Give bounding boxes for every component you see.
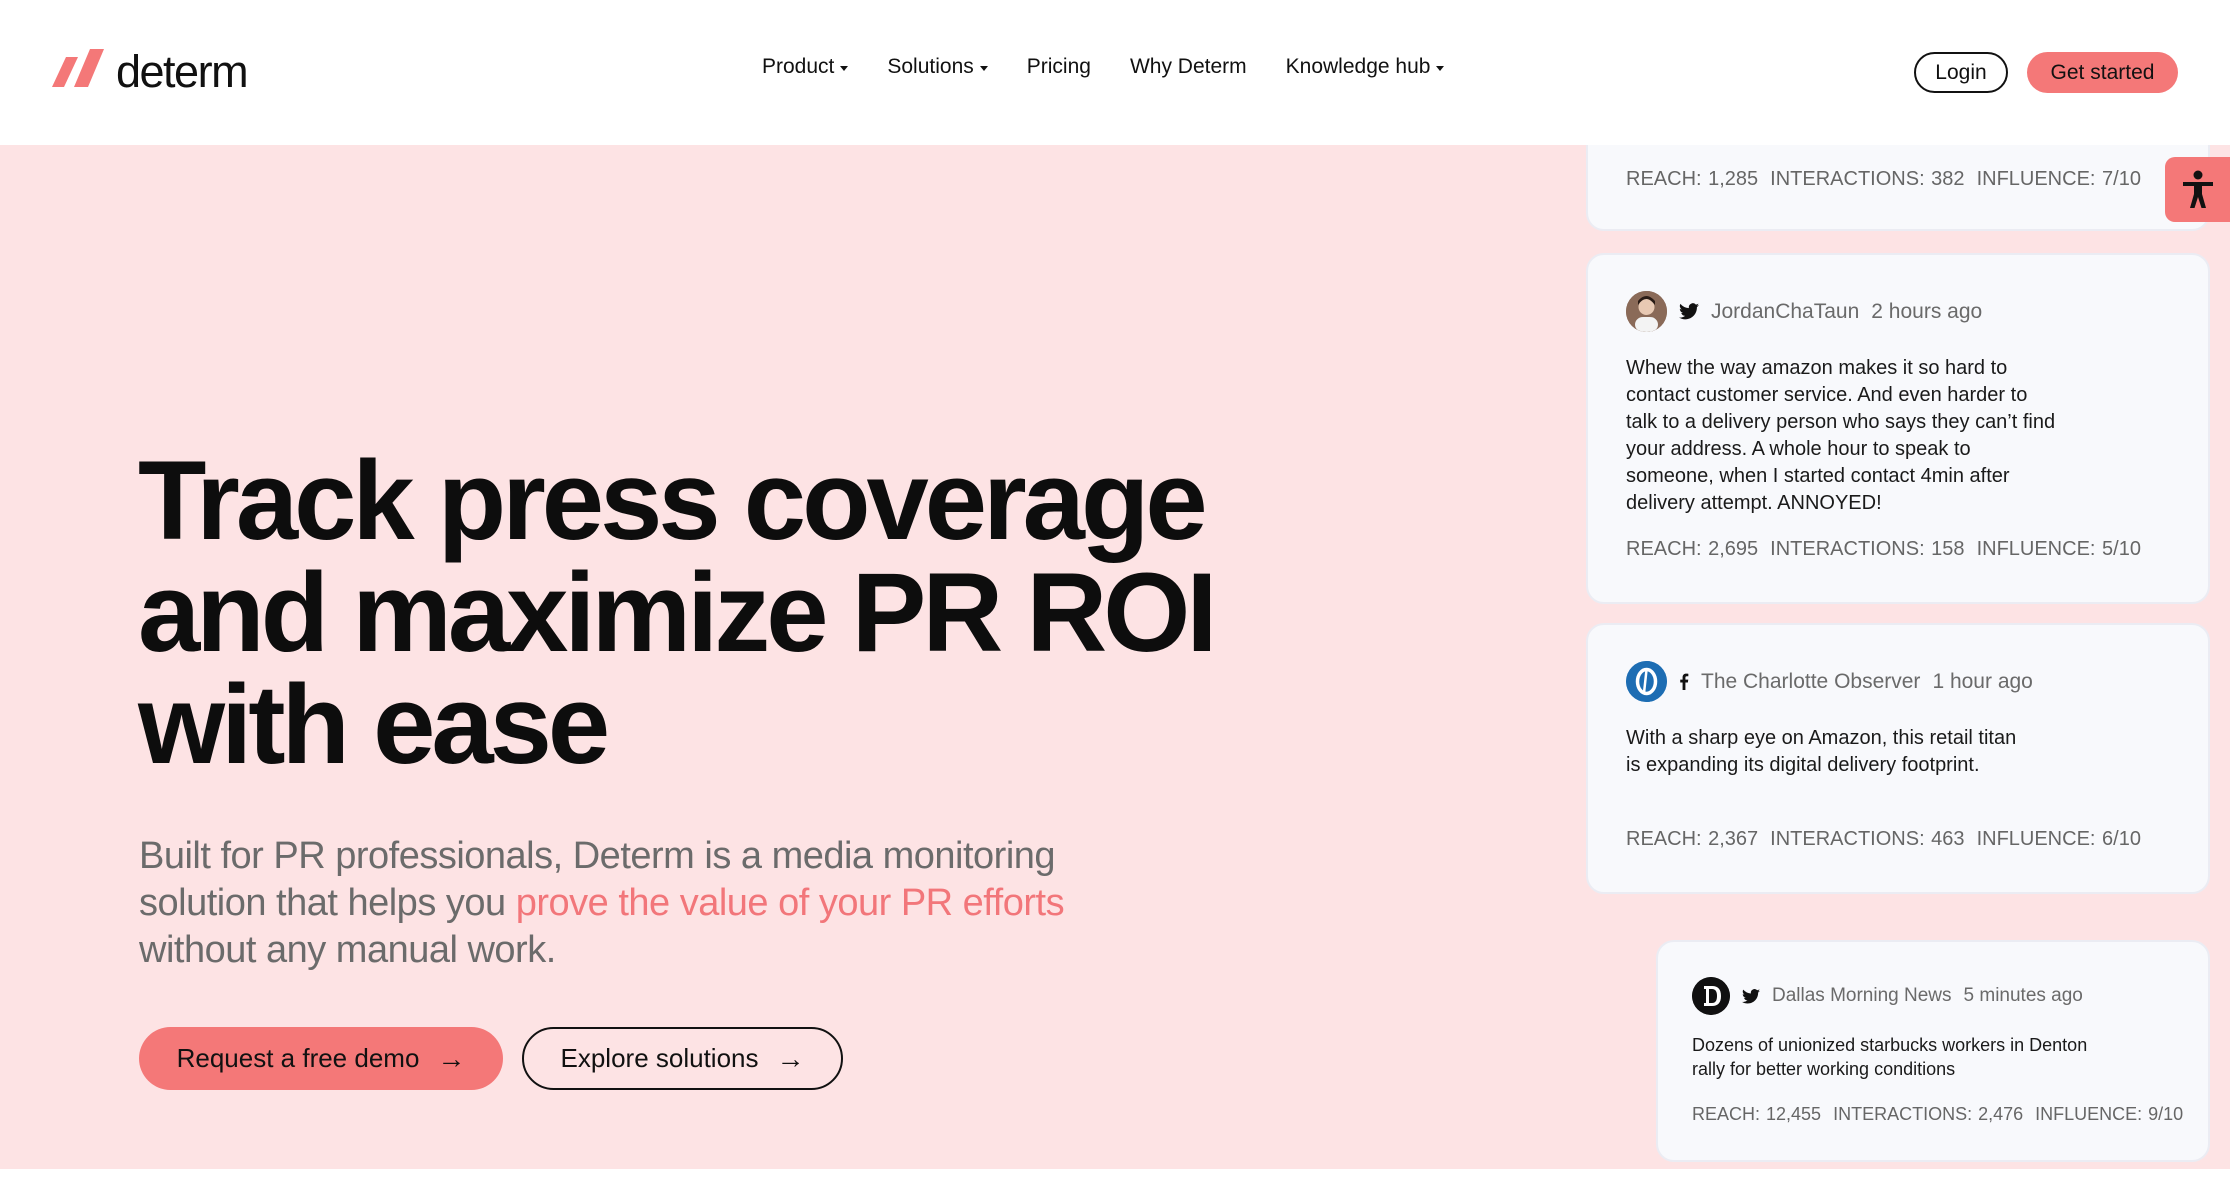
- explore-solutions-label: Explore solutions: [560, 1043, 759, 1073]
- mention-stats: REACH: 2,367 INTERACTIONS: 463 INFLUENCE: …: [1626, 828, 2153, 851]
- sub-text-accent: prove the value of your PR efforts: [515, 882, 1065, 924]
- mention-card: Dallas Morning News 5 minutes ago Dozens…: [1656, 940, 2210, 1162]
- interactions-stat: INTERACTIONS: 382: [1770, 168, 1965, 190]
- mention-stats: REACH: 1,285 INTERACTIONS: 382 INFLUENCE: …: [1626, 168, 2153, 191]
- nav-product[interactable]: Product: [762, 55, 849, 79]
- accessibility-icon: [2182, 170, 2213, 208]
- influence-stat: INFLUENCE: 7/10: [1976, 168, 2141, 190]
- mention-author: JordanChaTaun: [1711, 299, 1860, 323]
- nav-solutions[interactable]: Solutions: [887, 55, 988, 79]
- dallas-morning-news-logo-icon: [1692, 977, 1730, 1015]
- chevron-down-icon: [1436, 65, 1445, 71]
- reach-stat: REACH: 2,367: [1626, 828, 1759, 850]
- main-nav: Product Solutions Pricing Why Determ Kno…: [762, 55, 1445, 79]
- nav-knowledge-hub[interactable]: Knowledge hub: [1286, 55, 1445, 79]
- twitter-icon: [1742, 988, 1760, 1004]
- determ-logo-icon: [52, 49, 104, 87]
- mention-header: JordanChaTaun 2 hours ago: [1626, 291, 1982, 332]
- chevron-down-icon: [979, 65, 988, 71]
- mention-time: 1 hour ago: [1932, 669, 2033, 693]
- reach-stat: REACH: 1,285: [1626, 168, 1759, 190]
- mention-card: JordanChaTaun 2 hours ago Whew the way a…: [1586, 253, 2210, 604]
- nav-product-label: Product: [762, 55, 835, 78]
- mention-stats: REACH: 12,455 INTERACTIONS: 2,476 INFLUENC…: [1692, 1104, 2195, 1125]
- user-avatar-icon: [1626, 291, 1667, 332]
- hero-section: Track press coverage and maximize PR ROI…: [0, 145, 2230, 1169]
- page-bottom: [0, 1169, 2230, 1200]
- avatar: [1626, 661, 1667, 702]
- headline-line-1: Track press coverage: [138, 438, 1208, 563]
- interactions-stat: INTERACTIONS: 463: [1770, 828, 1965, 850]
- avatar: [1626, 291, 1667, 332]
- request-demo-label: Request a free demo: [176, 1043, 420, 1073]
- influence-stat: INFLUENCE: 9/10: [2035, 1104, 2184, 1124]
- hero-headline: Track press coverage and maximize PR ROI…: [138, 445, 1318, 781]
- mention-stats: REACH: 2,695 INTERACTIONS: 158 INFLUENCE: …: [1626, 538, 2153, 561]
- interactions-stat: INTERACTIONS: 158: [1770, 538, 1965, 560]
- influence-stat: INFLUENCE: 6/10: [1976, 828, 2141, 850]
- nav-pricing[interactable]: Pricing: [1027, 55, 1091, 79]
- login-button[interactable]: Login: [1914, 52, 2008, 93]
- twitter-icon: [1679, 303, 1699, 320]
- mention-author: Dallas Morning News: [1772, 985, 1952, 1006]
- mention-text: With a sharp eye on Amazon, this retail …: [1626, 727, 2017, 776]
- mention-time: 2 hours ago: [1871, 299, 1983, 323]
- get-started-button[interactable]: Get started: [2027, 52, 2178, 93]
- mention-card: The Charlotte Observer 1 hour ago With a…: [1586, 623, 2210, 894]
- sub-text-2: without any manual work.: [139, 929, 556, 971]
- nav-why-determ-label: Why Determ: [1129, 55, 1247, 78]
- nav-knowledge-hub-label: Knowledge hub: [1285, 55, 1431, 78]
- hero-subheading: Built for PR professionals, Determ is a …: [139, 833, 1139, 974]
- influence-stat: INFLUENCE: 5/10: [1976, 538, 2141, 560]
- nav-solutions-label: Solutions: [887, 55, 974, 78]
- site-header: determ Product Solutions Pricing Why Det…: [0, 0, 2230, 145]
- headline-line-2: and maximize PR ROI: [138, 550, 1217, 675]
- reach-stat: REACH: 12,455: [1692, 1104, 1822, 1124]
- headline-line-3: with ease: [138, 662, 610, 787]
- determ-logo[interactable]: determ: [52, 46, 249, 98]
- nav-pricing-label: Pricing: [1026, 55, 1091, 78]
- mention-time: 5 minutes ago: [1963, 985, 2083, 1006]
- arrow-right-icon: →: [776, 1042, 805, 1074]
- brand-name: determ: [116, 46, 249, 97]
- reach-stat: REACH: 2,695: [1626, 538, 1759, 560]
- avatar: [1692, 977, 1730, 1015]
- nav-why-determ[interactable]: Why Determ: [1130, 55, 1247, 79]
- explore-solutions-button[interactable]: Explore solutions →: [522, 1027, 843, 1090]
- mention-text: Dozens of unionized starbucks workers in…: [1692, 1035, 2088, 1079]
- chevron-down-icon: [840, 65, 849, 71]
- accessibility-button[interactable]: [2165, 157, 2230, 222]
- arrow-right-icon: →: [437, 1042, 466, 1074]
- mention-author: The Charlotte Observer: [1701, 669, 1921, 693]
- mention-card: REACH: 1,285 INTERACTIONS: 382 INFLUENCE: …: [1586, 145, 2210, 231]
- charlotte-observer-logo-icon: [1626, 661, 1667, 702]
- mention-header: Dallas Morning News 5 minutes ago: [1692, 977, 2083, 1015]
- mention-text: Whew the way amazon makes it so hard to …: [1626, 357, 2056, 514]
- request-demo-button[interactable]: Request a free demo →: [139, 1027, 503, 1090]
- interactions-stat: INTERACTIONS: 2,476: [1833, 1104, 2024, 1124]
- mention-header: The Charlotte Observer 1 hour ago: [1626, 661, 2033, 702]
- facebook-icon: [1680, 673, 1689, 690]
